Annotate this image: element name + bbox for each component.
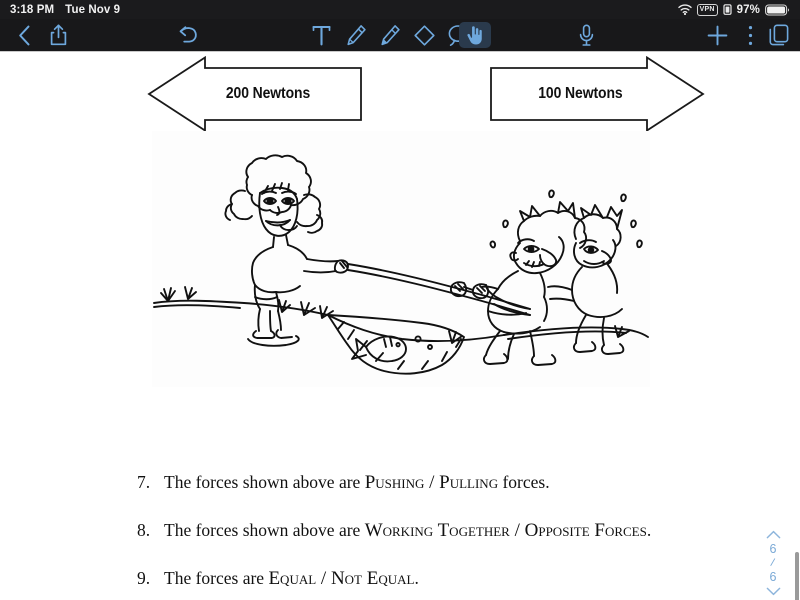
- share-icon: [50, 24, 67, 46]
- more-options-icon: [748, 25, 753, 46]
- question-choices: Equal / Not Equal: [268, 568, 415, 590]
- current-page-number: 6: [769, 542, 777, 556]
- microphone-button[interactable]: [568, 19, 604, 51]
- question-item: 8. The forces shown above are Working To…: [137, 518, 657, 544]
- question-part: The forces shown above are: [164, 520, 365, 541]
- force-arrow-right: 100 Newtons: [490, 56, 705, 132]
- force-arrow-left: 200 Newtons: [147, 56, 362, 132]
- hand-tool-icon: [465, 24, 486, 46]
- question-text: The forces are Equal / Not Equal.: [164, 566, 657, 592]
- question-text: The forces shown above are Working Toget…: [164, 518, 657, 544]
- force-arrows: 200 Newtons 100 Newtons: [0, 56, 800, 136]
- text-tool-button[interactable]: [306, 19, 336, 51]
- question-part: .: [646, 520, 652, 541]
- status-bar: 3:18 PM Tue Nov 9 VPN 97%: [0, 0, 800, 19]
- status-bar-left: 3:18 PM Tue Nov 9: [10, 4, 120, 16]
- pages-icon: [769, 24, 789, 46]
- eraser-tool-icon: [413, 24, 436, 47]
- status-date: Tue Nov 9: [65, 3, 121, 16]
- question-part: forces.: [498, 472, 550, 492]
- more-options-button[interactable]: [737, 19, 763, 51]
- chevron-down-icon[interactable]: [766, 587, 781, 596]
- question-item: 9. The forces are Equal / Not Equal.: [137, 566, 657, 592]
- battery-icon: [765, 3, 790, 16]
- page-navigator: 6 / 6: [760, 530, 786, 596]
- editor-toolbar: [0, 19, 800, 51]
- question-choices: Working Together / Opposite Forces: [364, 520, 647, 542]
- question-part: The forces shown above are: [164, 472, 365, 492]
- status-bar-right: VPN 97%: [677, 3, 790, 16]
- hand-tool-button[interactable]: [459, 22, 491, 48]
- share-button[interactable]: [40, 19, 76, 51]
- question-number: 8.: [137, 520, 151, 541]
- orientation-lock-icon: [723, 4, 732, 15]
- back-button[interactable]: [6, 19, 42, 51]
- total-page-count: 6: [769, 570, 777, 584]
- question-number: 7.: [137, 472, 151, 492]
- back-chevron-icon: [18, 25, 31, 46]
- undo-button[interactable]: [170, 19, 206, 51]
- question-part: The forces are: [164, 568, 269, 589]
- chevron-up-icon[interactable]: [766, 530, 781, 539]
- microphone-icon: [579, 23, 594, 47]
- force-arrow-right-label: 100 Newtons: [538, 85, 623, 102]
- question-text: The forces shown above are Pushing / Pul…: [164, 470, 657, 496]
- wifi-icon: [677, 4, 692, 15]
- plus-icon: [707, 25, 728, 46]
- undo-icon: [178, 25, 199, 45]
- question-choices: Pushing / Pulling: [364, 472, 499, 493]
- question-part: .: [414, 568, 419, 589]
- pen-tool-button[interactable]: [340, 19, 372, 51]
- question-number: 9.: [137, 568, 151, 589]
- add-button[interactable]: [700, 19, 734, 51]
- pen-tool-icon: [345, 24, 367, 47]
- eraser-tool-button[interactable]: [408, 19, 440, 51]
- force-arrow-left-label: 200 Newtons: [225, 85, 311, 102]
- battery-percent: 97%: [736, 3, 760, 16]
- status-time: 3:18 PM: [10, 3, 55, 16]
- vertical-scrollbar[interactable]: [795, 552, 799, 600]
- app-root: 3:18 PM Tue Nov 9 VPN 97% 200 Newtons 10…: [0, 0, 800, 600]
- vpn-badge: VPN: [696, 3, 718, 16]
- tug-of-war-cartoon: [152, 131, 650, 387]
- page-separator: /: [769, 556, 777, 570]
- highlighter-tool-icon: [379, 24, 401, 47]
- pages-button[interactable]: [762, 19, 796, 51]
- document-page[interactable]: 200 Newtons 100 Newtons 7. The forces sh…: [0, 51, 800, 600]
- text-tool-icon: [311, 25, 331, 46]
- highlighter-tool-button[interactable]: [374, 19, 406, 51]
- worksheet-questions: 7. The forces shown above are Pushing / …: [137, 470, 657, 600]
- question-item: 7. The forces shown above are Pushing / …: [137, 470, 657, 496]
